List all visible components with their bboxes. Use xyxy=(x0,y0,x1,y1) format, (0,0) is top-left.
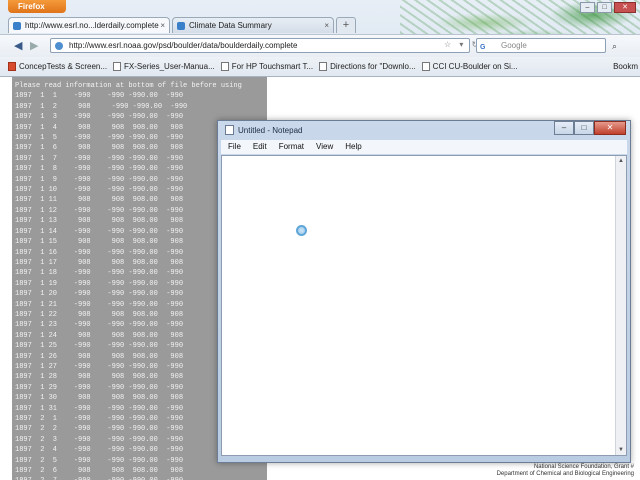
notepad-maximize-button[interactable]: □ xyxy=(574,121,594,135)
notepad-titlebar[interactable]: Untitled - Notepad xyxy=(225,125,302,135)
bookmarks-menu-button[interactable]: Bookm xyxy=(613,62,638,71)
minimize-button[interactable]: – xyxy=(580,2,595,13)
tab-bar: http://www.esrl.no...lderdaily.complete … xyxy=(8,16,356,33)
bookmark-label: ConcepTests & Screen... xyxy=(19,62,108,71)
tab-climate-data-summary[interactable]: Climate Data Summary × xyxy=(172,17,334,33)
new-tab-button[interactable]: + xyxy=(336,17,356,33)
data-header-line: Please read information at bottom of fil… xyxy=(15,82,242,90)
menu-view[interactable]: View xyxy=(311,140,338,154)
data-row: 1897 2 6 908 908 908.00 908 xyxy=(15,467,184,476)
credit-footer: National Science Foundation, Grant # Dep… xyxy=(497,464,634,478)
close-window-button[interactable]: ✕ xyxy=(614,2,636,13)
tab-label: http://www.esrl.no...lderdaily.complete xyxy=(25,21,159,30)
bookmark-label: FX-Series_User-Manua... xyxy=(124,62,215,71)
data-row: 1897 1 1 -990 -990 -990.00 -990 xyxy=(15,92,184,101)
back-button[interactable]: ◀ xyxy=(14,39,22,52)
bookmark-label: CCI CU-Boulder on Si... xyxy=(432,62,518,71)
site-identity-icon[interactable] xyxy=(55,42,63,50)
bookmark-icon xyxy=(8,62,16,71)
notepad-menubar: File Edit Format View Help xyxy=(221,140,627,154)
menu-help[interactable]: Help xyxy=(340,140,366,154)
maximize-button[interactable]: □ xyxy=(597,2,612,13)
search-placeholder: Google xyxy=(501,41,527,50)
bookmark-item[interactable]: FX-Series_User-Manua... xyxy=(113,62,215,71)
bookmark-item[interactable]: ConcepTests & Screen... xyxy=(8,62,107,71)
forward-button[interactable]: ▶ xyxy=(30,39,38,52)
notepad-close-button[interactable]: ✕ xyxy=(594,121,626,135)
search-input[interactable]: G Google xyxy=(476,38,606,53)
navigation-toolbar: ◀ ▶ http://www.esrl.noaa.gov/psd/boulder… xyxy=(0,34,640,57)
bookmark-icon xyxy=(421,62,430,71)
notepad-minimize-button[interactable]: – xyxy=(554,121,574,135)
tab-label: Climate Data Summary xyxy=(189,21,272,30)
url-bar[interactable]: http://www.esrl.noaa.gov/psd/boulder/dat… xyxy=(50,38,470,53)
window-controls: – □ ✕ xyxy=(580,2,636,13)
notepad-window[interactable]: Untitled - Notepad – □ ✕ File Edit Forma… xyxy=(217,120,631,463)
bookmark-icon xyxy=(319,62,328,71)
credit-line: National Science Foundation, Grant # xyxy=(533,464,634,470)
notepad-app-icon xyxy=(225,125,234,135)
bookmark-item[interactable]: For HP Touchsmart T... xyxy=(220,62,314,71)
bookmark-item[interactable]: Directions for "Downlo... xyxy=(319,62,416,71)
notepad-text-area[interactable]: ▲ ▼ xyxy=(221,155,627,456)
url-text: http://www.esrl.noaa.gov/psd/boulder/dat… xyxy=(69,41,298,50)
menu-edit[interactable]: Edit xyxy=(248,140,272,154)
tab-boulderdaily[interactable]: http://www.esrl.no...lderdaily.complete … xyxy=(8,17,170,33)
tab-close-icon[interactable]: × xyxy=(324,18,329,33)
bookmarks-toolbar: ConcepTests & Screen... FX-Series_User-M… xyxy=(0,57,640,76)
firefox-menu-button[interactable]: Firefox xyxy=(8,0,66,13)
search-icon[interactable]: ⌕ xyxy=(612,41,617,52)
page-icon xyxy=(13,22,21,30)
bookmark-label: For HP Touchsmart T... xyxy=(231,62,314,71)
menu-file[interactable]: File xyxy=(223,140,246,154)
vertical-scrollbar[interactable]: ▲ ▼ xyxy=(615,156,626,455)
credit-line: Department of Chemical and Biological En… xyxy=(496,471,634,477)
notepad-window-controls: – □ ✕ xyxy=(554,121,626,135)
page-icon xyxy=(177,22,185,30)
google-icon[interactable]: G xyxy=(480,41,494,51)
notepad-title: Untitled - Notepad xyxy=(238,125,303,135)
bookmark-item[interactable]: CCI CU-Boulder on Si... xyxy=(421,62,518,71)
bookmark-icon xyxy=(220,62,229,71)
bookmark-label: Directions for "Downlo... xyxy=(330,62,416,71)
busy-cursor-icon xyxy=(296,225,307,236)
menu-format[interactable]: Format xyxy=(274,140,309,154)
tab-close-icon[interactable]: × xyxy=(160,18,165,33)
data-row: 1897 1 2 908 -990 -990.00 -990 xyxy=(15,102,188,111)
data-row: 1897 2 7 -990 -990 -990.00 -990 xyxy=(12,476,267,480)
browser-chrome: Firefox – □ ✕ http://www.esrl.no...lderd… xyxy=(0,0,640,77)
bookmark-icon xyxy=(113,62,122,71)
scroll-down-icon[interactable]: ▼ xyxy=(618,447,624,453)
scroll-up-icon[interactable]: ▲ xyxy=(618,158,624,164)
